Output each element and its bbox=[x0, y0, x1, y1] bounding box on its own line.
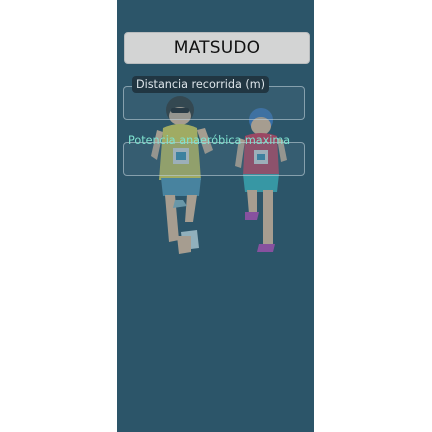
runners-background-image bbox=[151, 96, 287, 254]
distance-input-label: Distancia recorrida (m) bbox=[132, 76, 270, 93]
app-screen: MATSUDO Distancia recorrida (m) Potencia… bbox=[117, 0, 314, 432]
title-button[interactable]: MATSUDO bbox=[124, 32, 310, 64]
right-runner bbox=[235, 108, 287, 252]
anaerobic-power-input-label: Potencia anaeróbica maxima bbox=[128, 134, 291, 147]
